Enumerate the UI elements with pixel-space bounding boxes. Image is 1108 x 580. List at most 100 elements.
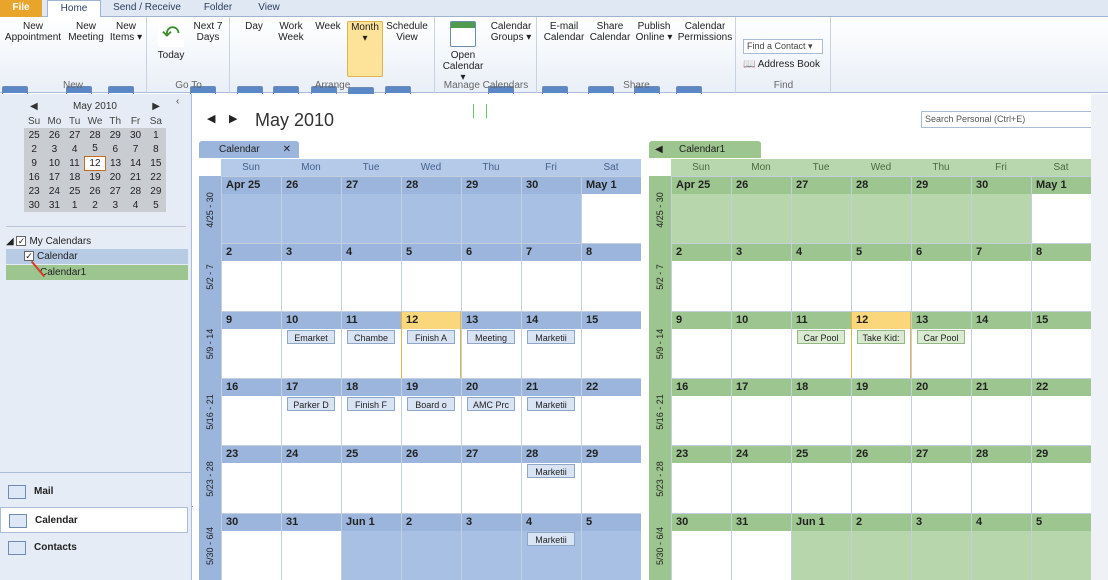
day-cell[interactable]: 10 [281,310,341,378]
day-cell[interactable]: 8 [1031,243,1091,311]
day-cell[interactable]: 12 [851,310,911,378]
day-cell[interactable]: 14 [521,310,581,378]
mini-day[interactable]: 25 [65,184,85,198]
day-cell[interactable]: 17 [731,378,791,446]
day-cell[interactable]: 13 [911,310,971,378]
mini-day[interactable]: 3 [105,198,125,212]
mini-day[interactable]: 15 [146,156,166,170]
tab-home[interactable]: Home [47,0,101,18]
day-cell[interactable]: 29 [461,176,521,244]
day-cell[interactable]: 30 [521,176,581,244]
tab-view[interactable]: View [250,0,288,17]
day-cell[interactable]: 3 [281,243,341,311]
mini-day[interactable]: 28 [125,184,145,198]
schedule-view-button[interactable]: Schedule View [385,21,429,507]
day-cell[interactable]: 19 [401,378,461,446]
week-label[interactable]: 5/9 - 14 [649,310,671,378]
calendar-event[interactable]: Chambe [347,329,395,344]
mini-day[interactable]: 31 [44,198,64,212]
day-cell[interactable]: 22 [581,378,641,446]
day-cell[interactable]: 2 [221,243,281,311]
mini-day[interactable]: 1 [146,128,166,142]
day-cell[interactable]: 22 [1031,378,1091,446]
work-week-button[interactable]: Work Week [273,21,309,507]
day-cell[interactable]: 3 [731,243,791,311]
day-cell[interactable]: Apr 25 [221,176,281,244]
day-cell[interactable]: 5 [581,512,641,580]
mini-day[interactable]: 23 [24,184,44,198]
calendar-event[interactable]: Marketii [527,464,575,479]
mini-day[interactable]: 11 [65,156,85,170]
mini-day[interactable]: 7 [125,142,145,156]
calendar-event[interactable]: Meeting [467,329,515,344]
day-cell[interactable]: 28 [401,176,461,244]
mini-day[interactable]: 22 [146,170,166,184]
find-contact-input[interactable]: Find a Contact ▾ [743,39,823,54]
calendar-event[interactable]: Board o [407,397,455,411]
day-cell[interactable]: Jun 1 [791,512,851,580]
day-cell[interactable]: 20 [461,378,521,446]
day-cell[interactable]: 30 [221,512,281,580]
day-cell[interactable]: 6 [461,243,521,311]
day-cell[interactable]: 4 [791,243,851,311]
mini-day[interactable]: 3 [44,142,64,156]
day-cell[interactable]: Apr 25 [671,176,731,244]
calendar-checkbox[interactable]: ✓ [24,251,34,262]
day-cell[interactable]: Jun 1 [341,512,401,580]
mini-day[interactable]: 8 [146,142,166,156]
week-label[interactable]: 5/16 - 21 [199,378,221,446]
calendar-groups-button[interactable]: Calendar Groups ▾ [488,21,534,507]
day-cell[interactable]: 8 [581,243,641,311]
day-cell[interactable]: 7 [521,243,581,311]
close-tab-icon[interactable]: ✕ [283,141,291,158]
day-cell[interactable]: 13 [461,310,521,378]
prev-range-icon[interactable]: ◀ [207,112,215,125]
mini-day[interactable]: 21 [125,170,145,184]
day-cell[interactable]: 5 [401,243,461,311]
day-cell[interactable]: 31 [281,512,341,580]
day-cell[interactable]: 23 [671,445,731,513]
new-items-button[interactable]: New Items ▾ [108,21,144,507]
day-cell[interactable]: 15 [1031,310,1091,378]
nav-contacts[interactable]: Contacts [0,535,188,561]
day-cell[interactable]: 26 [731,176,791,244]
calendar-event[interactable]: Emarket [287,329,335,344]
calendar-event[interactable]: Parker D [287,397,335,411]
day-cell[interactable]: 29 [1031,445,1091,513]
calendar-permissions-button[interactable]: Calendar Permissions [676,21,734,507]
calendar-event[interactable]: Marketii [527,397,575,411]
today-button[interactable]: ↶ Today [154,21,188,61]
mini-day[interactable]: 26 [85,184,105,198]
week-label[interactable]: 5/30 - 6/4 [649,512,671,580]
day-cell[interactable]: 28 [971,445,1031,513]
day-cell[interactable]: 24 [281,445,341,513]
day-cell[interactable]: 30 [671,512,731,580]
vertical-scrollbar[interactable] [1091,94,1108,580]
mini-day[interactable]: 10 [44,156,64,170]
day-cell[interactable]: May 1 [581,176,641,244]
mini-day[interactable]: 24 [44,184,64,198]
my-calendars-header[interactable]: ◢ ✓ My Calendars [6,234,188,249]
mini-day[interactable]: 27 [65,128,85,142]
mini-day[interactable]: 6 [105,142,125,156]
day-cell[interactable]: 21 [971,378,1031,446]
open-calendar-button[interactable]: Open Calendar ▾ [440,21,486,83]
mini-day[interactable]: 12 [84,155,106,171]
day-cell[interactable]: 18 [791,378,851,446]
week-button[interactable]: Week [311,21,345,507]
mini-day[interactable]: 20 [105,170,125,184]
mini-day[interactable]: 2 [85,198,105,212]
mini-day[interactable]: 4 [65,142,85,156]
mini-day[interactable]: 19 [85,170,105,184]
week-label[interactable]: 5/23 - 28 [199,445,221,513]
share-calendar-button[interactable]: Share Calendar [588,21,632,507]
mini-day[interactable]: 30 [24,198,44,212]
calendar-event[interactable]: Car Pool [797,329,845,344]
day-cell[interactable]: 30 [971,176,1031,244]
day-cell[interactable]: 4 [341,243,401,311]
nav-mail[interactable]: Mail [0,479,188,505]
mini-day[interactable]: 29 [146,184,166,198]
day-cell[interactable]: 2 [401,512,461,580]
day-cell[interactable]: 31 [731,512,791,580]
collapse-pane-icon[interactable]: ‹ [176,96,179,107]
